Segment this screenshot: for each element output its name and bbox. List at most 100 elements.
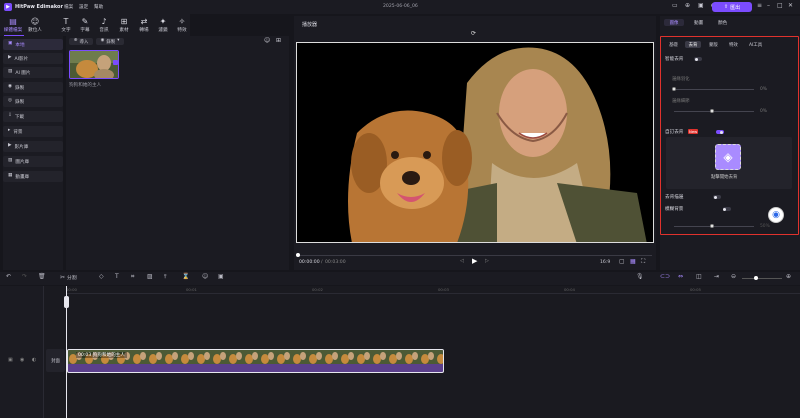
face-swap-icon[interactable]: ☺ <box>202 274 208 280</box>
tab-animation[interactable]: 動畫 <box>694 20 703 26</box>
crop-icon[interactable]: ⌗ <box>131 274 134 280</box>
magnet-icon[interactable]: ⊂⊃ <box>660 274 670 280</box>
toolbar-effects[interactable]: ✧ 特效 <box>172 16 192 34</box>
tab-background[interactable]: ▸ 背景 <box>3 126 63 137</box>
next-frame-icon[interactable]: ▷ <box>485 259 489 264</box>
lock-icon[interactable]: ▣ <box>8 358 13 363</box>
video-canvas[interactable] <box>296 42 654 243</box>
toolbar-avatar[interactable]: ☺ 數位人 <box>25 16 45 34</box>
playhead-handle[interactable] <box>64 296 69 308</box>
tab-animation-library[interactable]: ▦ 動畫庫 <box>3 171 63 182</box>
tab-ai-video[interactable]: ▶ AI影片 <box>3 53 63 64</box>
timeline-toolbar: ↶ ↷ 🗑 ✂ 分割 ◇ T ⌗ ▨ ⫯ ⌛ ☺ ▣ 🎙 ⊂⊃ ⇔ ◫ ⇥ ⊖ … <box>0 272 800 285</box>
remove-bg-stroke-toggle[interactable] <box>713 195 722 199</box>
shield-icon[interactable]: ◇ <box>99 274 104 280</box>
feedback-icon[interactable]: ▭ <box>672 3 678 9</box>
cart-icon[interactable]: ⊕ <box>685 3 690 9</box>
prev-frame-icon[interactable]: ◁ <box>460 259 464 264</box>
zoom-knob[interactable] <box>754 276 758 280</box>
zoom-in-icon[interactable]: ⊕ <box>786 274 791 280</box>
gift-icon[interactable]: ▣ <box>698 3 704 9</box>
tab-image-library[interactable]: ▨ 圖片庫 <box>3 156 63 167</box>
split-button[interactable]: ✂ 分割 <box>60 274 77 281</box>
preview-icon[interactable]: ◫ <box>696 274 702 280</box>
subtab-mask[interactable]: 蒙版 <box>709 42 718 48</box>
rotate-handle-icon[interactable]: ⟳ <box>471 31 476 37</box>
toolbar-media[interactable]: ▤ 媒體檔案 <box>3 16 23 34</box>
face-icon[interactable]: ☺ <box>264 38 270 44</box>
freeze-icon[interactable]: ⌛ <box>182 274 189 280</box>
tab-record[interactable]: ◉ 錄製 <box>3 82 63 93</box>
blur-bg-slider[interactable] <box>674 226 754 227</box>
fullscreen-icon[interactable]: ⛶ <box>641 259 645 265</box>
text-box-icon[interactable]: T <box>115 274 119 280</box>
screenshot-icon[interactable]: ▣ <box>218 274 224 280</box>
playback-progress[interactable] <box>298 255 652 256</box>
grid-view-icon[interactable]: ⊞ <box>276 38 281 44</box>
close-icon[interactable]: ✕ <box>788 3 793 9</box>
visibility-icon[interactable]: ◉ <box>20 358 24 363</box>
minimize-icon[interactable]: – <box>767 3 770 9</box>
snapshot-icon[interactable]: ▢ <box>619 259 625 265</box>
custom-bg-removal-label: 自訂去背 <box>665 130 684 135</box>
marker-icon[interactable]: ⫯ <box>164 274 167 280</box>
delete-icon[interactable]: 🗑 <box>38 274 46 280</box>
tab-video-library[interactable]: ▶ 影片庫 <box>3 141 63 152</box>
toolbar-text[interactable]: T 文字 <box>56 16 76 34</box>
menu-icon[interactable]: ≡ <box>757 3 762 9</box>
cover-button[interactable]: 封面 <box>46 349 65 372</box>
playback-knob[interactable] <box>296 253 300 257</box>
maximize-icon[interactable]: □ <box>777 3 783 9</box>
timeline: 00:00 00:01 00:02 00:03 00:04 00:05 ▣ ◉ … <box>0 286 800 418</box>
undo-icon[interactable]: ↶ <box>6 274 11 280</box>
menu-help[interactable]: 幫助 <box>94 4 103 10</box>
assistant-bubble-icon[interactable]: ◉ <box>768 207 784 223</box>
zoom-slider[interactable] <box>742 278 782 279</box>
text-icon: T <box>63 16 69 26</box>
edge-softness-slider[interactable] <box>674 89 754 90</box>
toolbar-transition[interactable]: ⇄ 轉場 <box>134 16 154 34</box>
menu-settings[interactable]: 設定 <box>79 4 88 10</box>
toolbar-audio[interactable]: ♪ 音訊 <box>94 16 114 34</box>
video-clip[interactable]: 00:03 狗狗和她的主人 <box>67 349 444 373</box>
record-dropdown[interactable]: ◉ 錄製 ▾ <box>96 38 124 45</box>
edge-softness-knob[interactable] <box>672 87 676 91</box>
subtab-basic[interactable]: 基礎 <box>669 42 678 48</box>
tab-color[interactable]: 顏色 <box>718 20 727 26</box>
tab-record-screen[interactable]: ◎ 錄製 <box>3 96 63 107</box>
fit-icon[interactable]: ⇥ <box>714 274 719 280</box>
folder-icon: ▤ <box>9 16 17 26</box>
mute-icon[interactable]: ◐ <box>32 358 36 363</box>
media-thumbnail[interactable] <box>69 50 119 79</box>
record-icon: ◉ <box>8 84 13 90</box>
zoom-out-icon[interactable]: ⊖ <box>731 274 736 280</box>
tab-download[interactable]: ⇩ 下載 <box>3 111 63 122</box>
tab-local[interactable]: ▣ 本地 <box>3 39 63 50</box>
tab-ai-image[interactable]: ▨ AI 圖片 <box>3 67 63 78</box>
toolbar-filter[interactable]: ✦ 濾鏡 <box>153 16 173 34</box>
toolbar-material[interactable]: ⊞ 素材 <box>114 16 134 34</box>
subtab-ai-tools[interactable]: AI工具 <box>749 42 762 48</box>
import-button[interactable]: ⊕ 導入 <box>69 38 93 45</box>
subtab-remove-bg[interactable]: 去背 <box>685 41 701 48</box>
aspect-ratio-select[interactable]: 16:9 <box>600 260 610 265</box>
image-edit-icon[interactable]: ▨ <box>147 274 153 280</box>
custom-bg-removal-toggle[interactable] <box>715 130 724 134</box>
toolbar-caption[interactable]: ✎ 字幕 <box>75 16 95 34</box>
edge-smooth-knob[interactable] <box>710 109 714 113</box>
edge-smooth-slider[interactable] <box>674 111 754 112</box>
mic-icon[interactable]: 🎙 <box>636 274 644 280</box>
blur-bg-toggle[interactable] <box>722 207 731 211</box>
custom-bg-removal-card[interactable]: ◈ 點擊開始去背 <box>666 137 792 189</box>
menu-file[interactable]: 檔案 <box>64 4 73 10</box>
blur-bg-knob[interactable] <box>710 224 714 228</box>
link-icon[interactable]: ⇔ <box>678 274 683 280</box>
tab-image[interactable]: 圖像 <box>664 19 684 26</box>
smart-bg-removal-toggle[interactable] <box>694 57 702 61</box>
play-icon[interactable]: ▶ <box>472 258 477 265</box>
player-title: 播放器 <box>302 22 318 28</box>
export-button[interactable]: ⇪ 匯出 <box>712 2 752 12</box>
grid-icon[interactable]: ▦ <box>630 259 636 265</box>
redo-icon[interactable]: ↷ <box>22 274 27 280</box>
subtab-effects[interactable]: 特效 <box>729 42 738 48</box>
